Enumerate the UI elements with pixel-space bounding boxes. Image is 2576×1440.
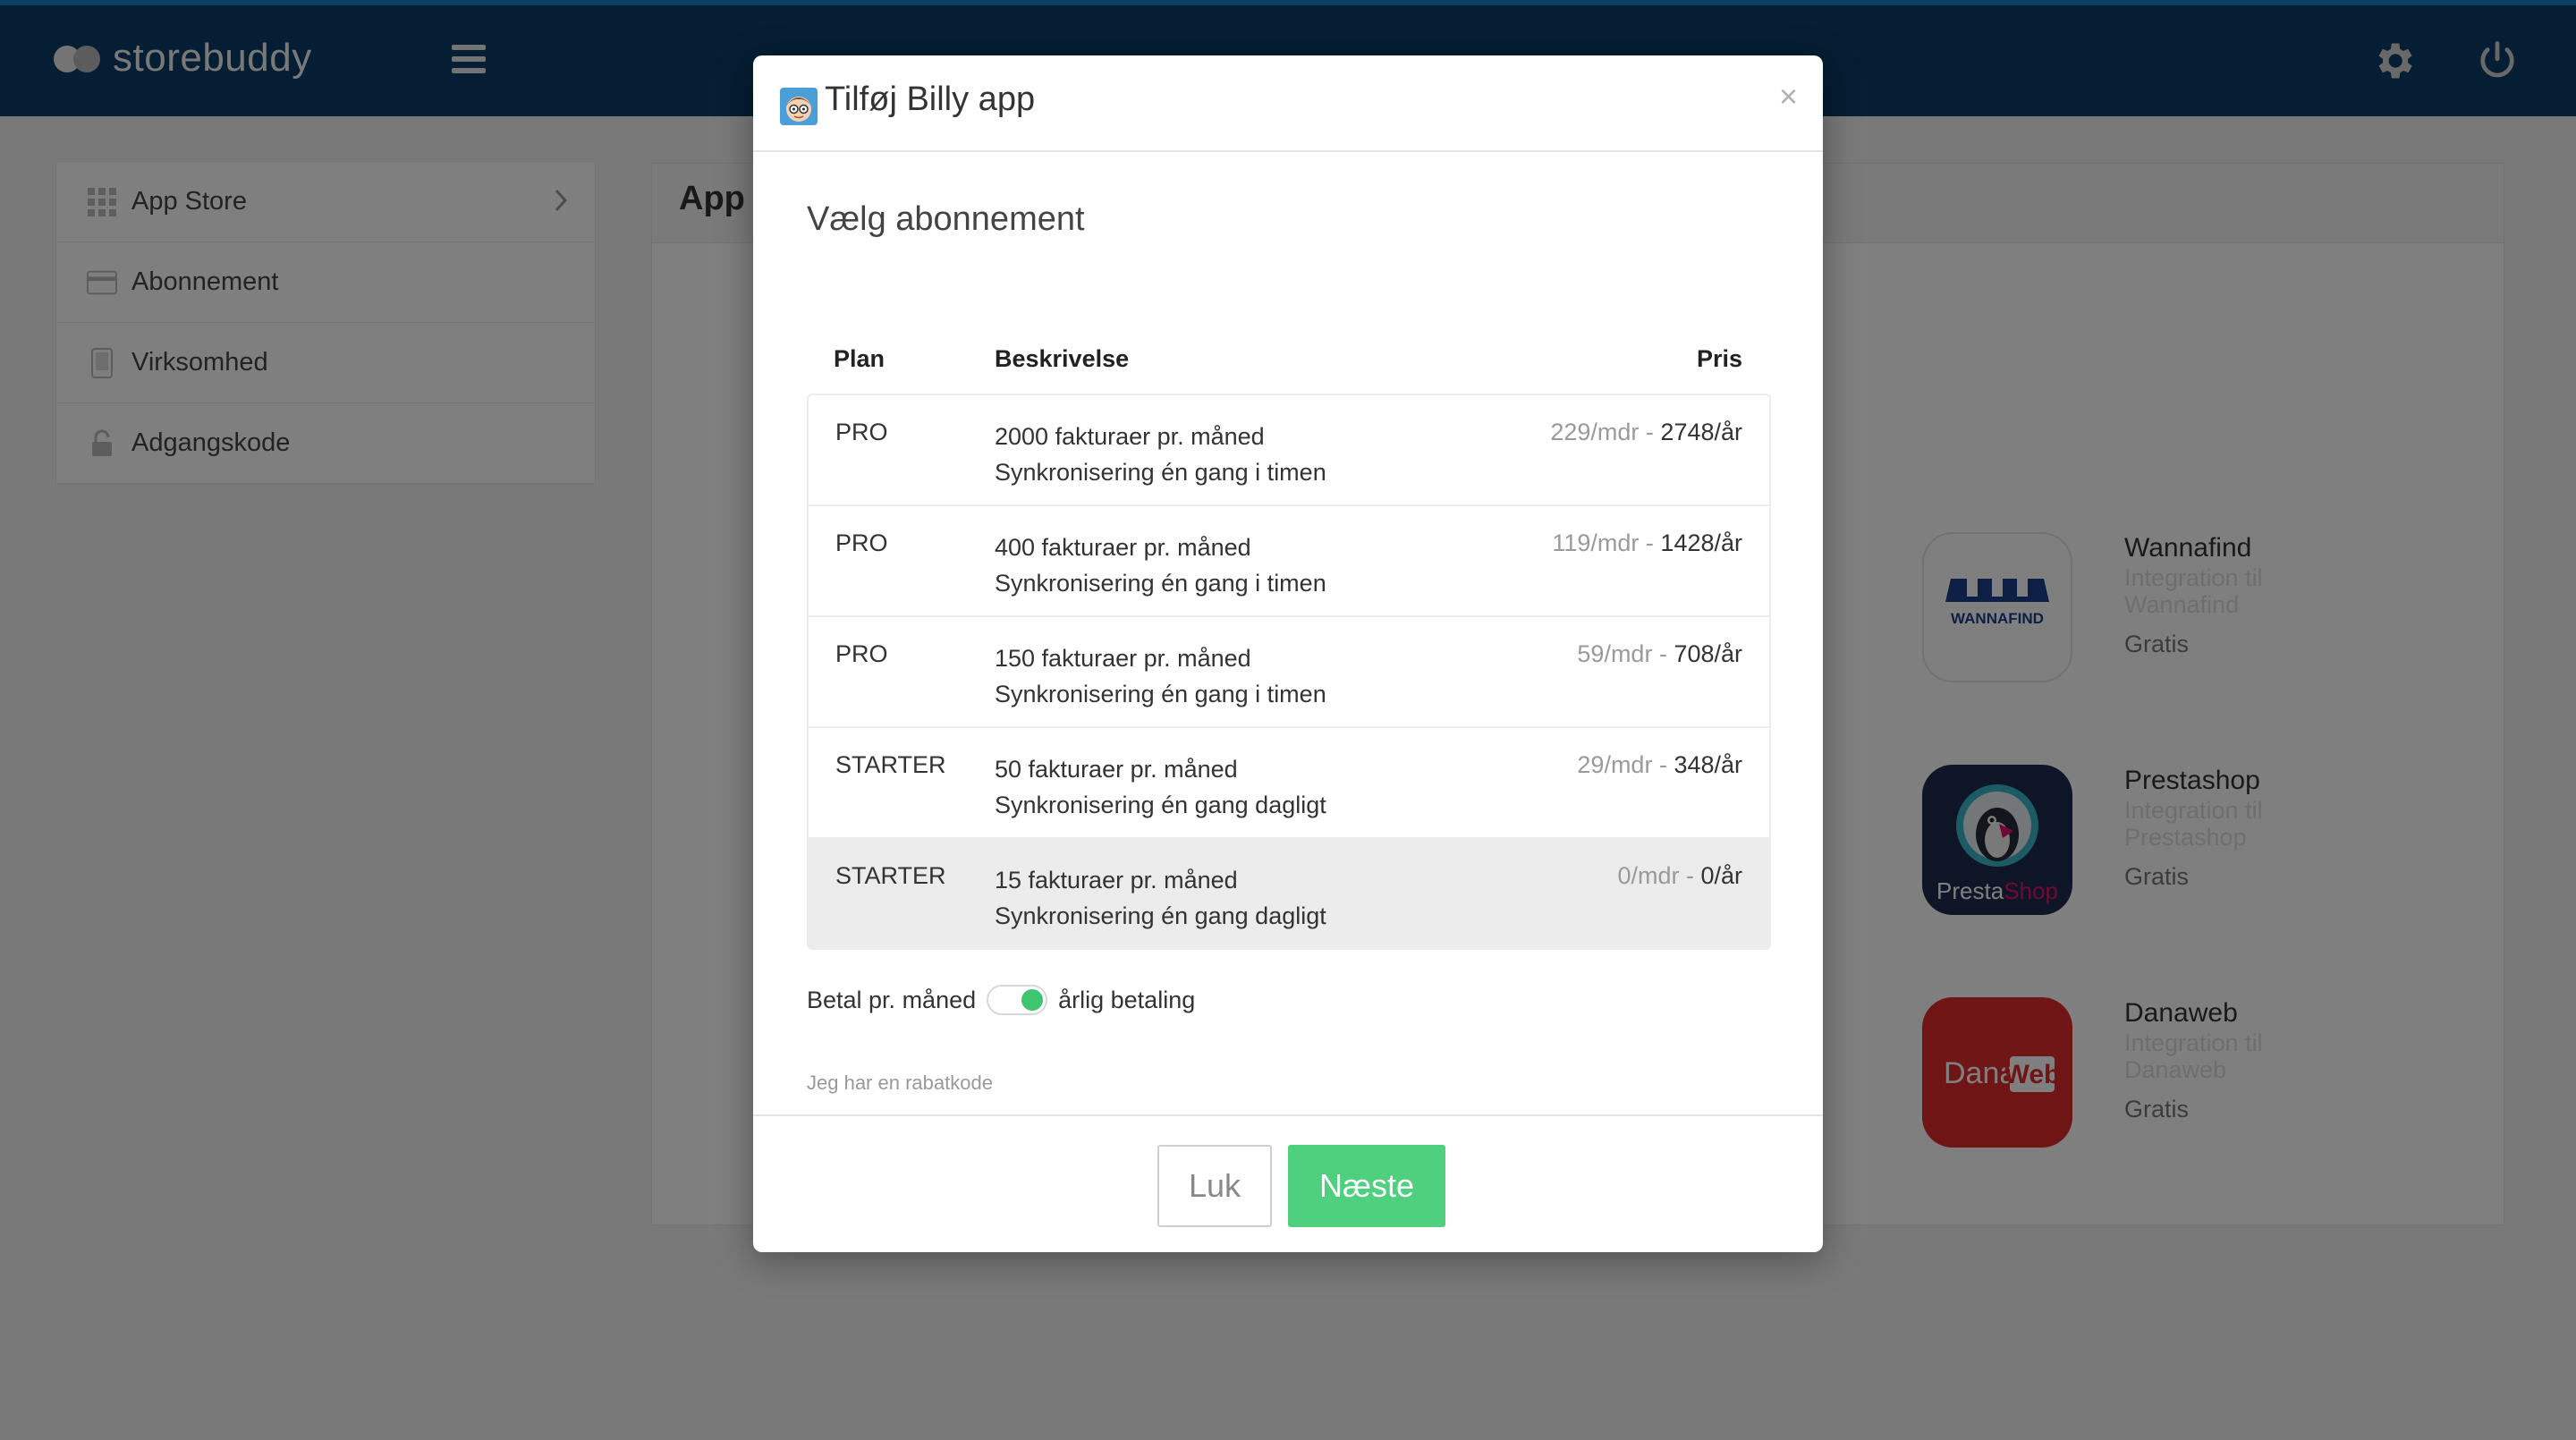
- table-header: Plan Beskrivelse Pris: [807, 335, 1769, 392]
- next-button[interactable]: Næste: [1288, 1145, 1445, 1227]
- monthly-price: 119/mdr -: [1552, 529, 1661, 556]
- plan-price: 0/mdr - 0/år: [1617, 862, 1742, 890]
- plan-row-selected[interactable]: STARTER 15 fakturaer pr. måned Synkronis…: [809, 839, 1769, 948]
- plan-price: 59/mdr - 708/år: [1577, 640, 1742, 668]
- yearly-price: 348/år: [1674, 751, 1742, 778]
- monthly-price: 59/mdr -: [1577, 640, 1674, 667]
- section-title: Vælg abonnement: [807, 200, 1085, 238]
- plan-description: 150 fakturaer pr. måned Synkronisering é…: [995, 640, 1326, 712]
- billing-period-toggle-row: Betal pr. måned årlig betaling: [807, 982, 1195, 1018]
- plan-sync-frequency: Synkronisering én gang dagligt: [995, 902, 1326, 929]
- plan-sync-frequency: Synkronisering én gang i timen: [995, 570, 1326, 597]
- plan-name: PRO: [835, 529, 888, 556]
- plan-name: PRO: [835, 640, 888, 667]
- plan-rows: PRO 2000 fakturaer pr. måned Synkroniser…: [807, 394, 1771, 950]
- plan-invoice-limit: 15 fakturaer pr. måned: [995, 867, 1238, 894]
- monthly-price: 29/mdr -: [1577, 751, 1674, 778]
- toggle-knob: [1021, 989, 1044, 1011]
- close-button[interactable]: Luk: [1157, 1145, 1272, 1227]
- billy-app-icon: [780, 88, 818, 125]
- yearly-price: 708/år: [1674, 640, 1742, 667]
- plan-sync-frequency: Synkronisering én gang i timen: [995, 681, 1326, 707]
- yearly-price: 2748/år: [1660, 419, 1742, 445]
- add-app-modal: Tilføj Billy app × Vælg abonnement Plan …: [753, 55, 1823, 1252]
- plan-price: 29/mdr - 348/år: [1577, 751, 1742, 779]
- plan-sync-frequency: Synkronisering én gang i timen: [995, 459, 1326, 486]
- modal-title: Tilføj Billy app: [825, 80, 1036, 118]
- plan-description: 15 fakturaer pr. måned Synkronisering én…: [995, 862, 1326, 934]
- close-icon[interactable]: ×: [1779, 80, 1798, 113]
- plan-row[interactable]: PRO 400 fakturaer pr. måned Synkroniseri…: [809, 506, 1769, 617]
- plan-price: 119/mdr - 1428/år: [1552, 529, 1742, 557]
- plan-description: 50 fakturaer pr. måned Synkronisering én…: [995, 751, 1326, 823]
- plan-description: 400 fakturaer pr. måned Synkronisering é…: [995, 529, 1326, 601]
- billing-period-toggle[interactable]: [987, 985, 1048, 1015]
- plan-invoice-limit: 400 fakturaer pr. måned: [995, 534, 1251, 561]
- plan-name: STARTER: [835, 751, 946, 778]
- plan-row[interactable]: PRO 2000 fakturaer pr. måned Synkroniser…: [809, 395, 1769, 506]
- toggle-right-label: årlig betaling: [1058, 986, 1196, 1013]
- column-header-plan: Plan: [834, 345, 886, 372]
- yearly-price: 1428/år: [1660, 529, 1742, 556]
- plan-name: STARTER: [835, 862, 946, 889]
- plan-invoice-limit: 150 fakturaer pr. måned: [995, 645, 1251, 672]
- plan-name: PRO: [835, 419, 888, 445]
- modal-footer: Luk Næste: [753, 1114, 1823, 1254]
- plan-sync-frequency: Synkronisering én gang dagligt: [995, 792, 1326, 818]
- monthly-price: 0/mdr -: [1617, 862, 1701, 889]
- discount-code-link[interactable]: Jeg har en rabatkode: [807, 1072, 993, 1095]
- plan-description: 2000 fakturaer pr. måned Synkronisering …: [995, 419, 1326, 490]
- modal-header: Tilføj Billy app ×: [753, 55, 1823, 152]
- column-header-description: Beskrivelse: [995, 345, 1130, 372]
- toggle-left-label: Betal pr. måned: [807, 986, 977, 1013]
- column-header-price: Pris: [1696, 345, 1742, 372]
- plan-row[interactable]: PRO 150 fakturaer pr. måned Synkroniseri…: [809, 617, 1769, 728]
- plan-price: 229/mdr - 2748/år: [1550, 419, 1742, 446]
- yearly-price: 0/år: [1700, 862, 1742, 889]
- plan-invoice-limit: 50 fakturaer pr. måned: [995, 756, 1238, 783]
- plan-row[interactable]: STARTER 50 fakturaer pr. måned Synkronis…: [809, 728, 1769, 839]
- plan-invoice-limit: 2000 fakturaer pr. måned: [995, 423, 1265, 450]
- monthly-price: 229/mdr -: [1550, 419, 1661, 445]
